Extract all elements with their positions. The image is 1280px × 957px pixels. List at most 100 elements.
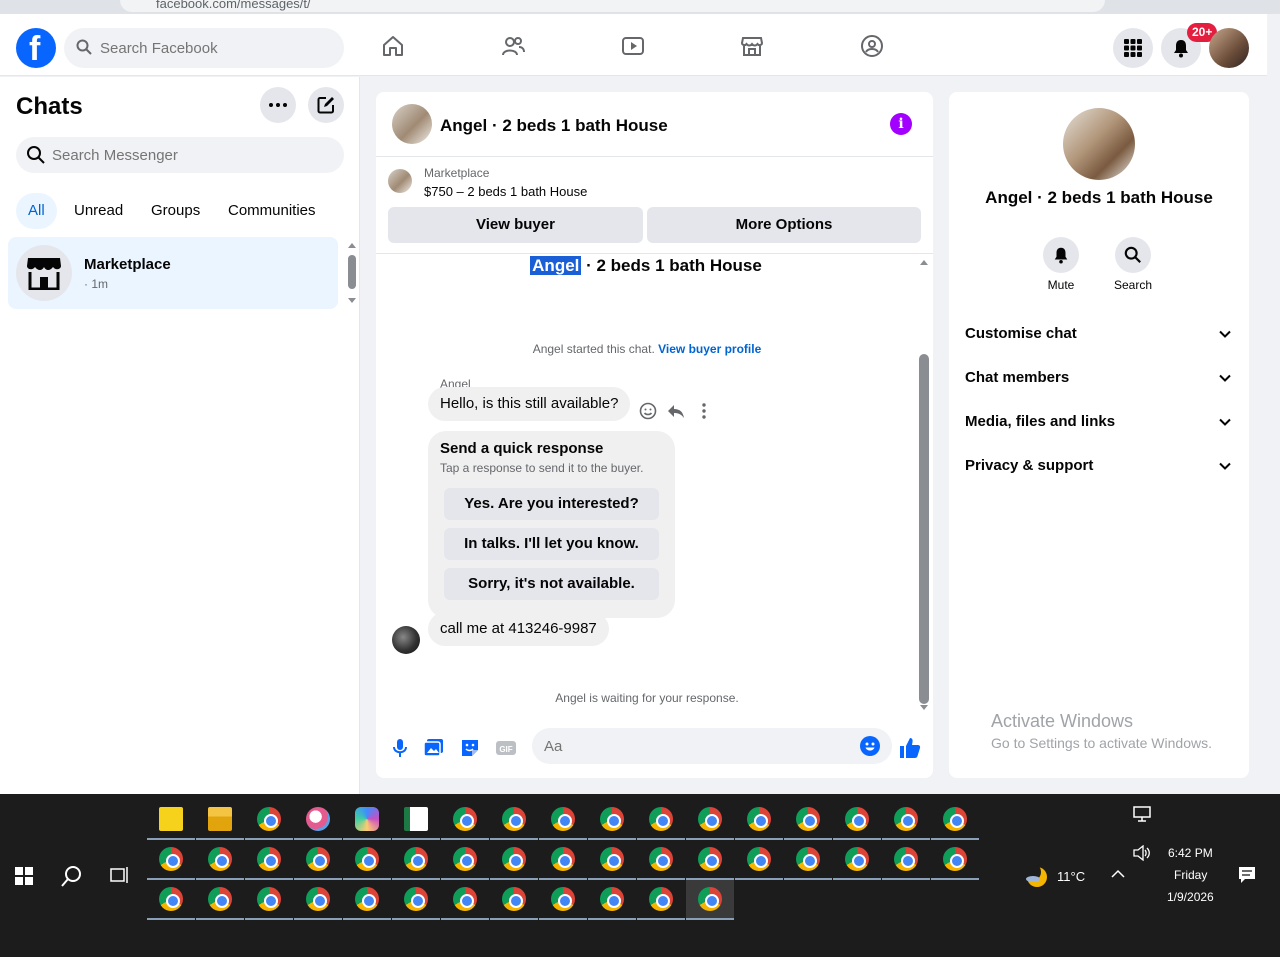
filter-tab-groups[interactable]: Groups xyxy=(139,193,212,229)
home-icon[interactable] xyxy=(381,34,405,58)
video-icon[interactable] xyxy=(621,34,645,58)
taskbar-app-2[interactable] xyxy=(196,800,244,840)
taskbar-app-10[interactable] xyxy=(588,800,636,840)
filter-tab-communities[interactable]: Communities xyxy=(216,193,328,229)
taskbar-app-8[interactable] xyxy=(490,800,538,840)
taskbar-app-31[interactable] xyxy=(784,840,832,880)
chat-list-item[interactable]: Marketplace · 1m xyxy=(8,237,338,309)
conversation-title[interactable]: Angel · 2 beds 1 bath House xyxy=(440,116,668,136)
message-bubble[interactable]: Hello, is this still available? xyxy=(428,387,631,421)
desktop-icon[interactable] xyxy=(1133,806,1151,822)
groups-icon[interactable] xyxy=(860,34,884,58)
message-bubble[interactable]: call me at 413246-9987 xyxy=(428,612,609,646)
taskbar-app-7[interactable] xyxy=(441,800,489,840)
taskbar-app-36[interactable] xyxy=(196,880,244,920)
taskbar-app-14[interactable] xyxy=(784,800,832,840)
react-icon[interactable] xyxy=(638,401,658,421)
taskbar-app-24[interactable] xyxy=(441,840,489,880)
taskbar-app-35[interactable] xyxy=(147,880,195,920)
chat-options-button[interactable] xyxy=(260,87,296,123)
taskbar-app-4[interactable] xyxy=(294,800,342,840)
taskbar-app-44[interactable] xyxy=(588,880,636,920)
taskbar-app-39[interactable] xyxy=(343,880,391,920)
reply-icon[interactable] xyxy=(666,401,686,421)
taskbar-app-21[interactable] xyxy=(294,840,342,880)
taskbar-app-1[interactable] xyxy=(147,800,195,840)
quick-reply-yes[interactable]: Yes. Are you interested? xyxy=(444,488,659,520)
search-in-chat-button[interactable]: Search xyxy=(1098,237,1168,292)
taskbar-app-27[interactable] xyxy=(588,840,636,880)
taskbar-app-25[interactable] xyxy=(490,840,538,880)
taskbar-app-17[interactable] xyxy=(931,800,979,840)
messenger-search[interactable] xyxy=(16,137,344,173)
customise-chat-row[interactable]: Customise chat xyxy=(957,312,1241,356)
quick-reply-in-talks[interactable]: In talks. I'll let you know. xyxy=(444,528,659,560)
taskbar-app-29[interactable] xyxy=(686,840,734,880)
address-bar[interactable]: facebook.com/messages/t/ xyxy=(120,0,1105,12)
taskbar-app-33[interactable] xyxy=(882,840,930,880)
marketplace-icon[interactable] xyxy=(740,34,764,58)
task-view-icon[interactable] xyxy=(110,866,130,884)
taskbar-app-18[interactable] xyxy=(147,840,195,880)
profile-avatar[interactable] xyxy=(1209,28,1249,68)
message-input[interactable] xyxy=(544,728,844,764)
thread-scrollbar[interactable] xyxy=(918,258,930,712)
chat-list-scrollbar[interactable] xyxy=(346,241,358,305)
clock-date[interactable]: 1/9/2026 xyxy=(1167,890,1214,904)
taskbar-app-16[interactable] xyxy=(882,800,930,840)
more-vertical-icon[interactable] xyxy=(694,401,714,421)
taskbar-app-41[interactable] xyxy=(441,880,489,920)
photo-icon[interactable] xyxy=(422,736,446,760)
taskbar-app-45[interactable] xyxy=(637,880,685,920)
taskbar-app-5[interactable] xyxy=(343,800,391,840)
microphone-icon[interactable] xyxy=(388,736,412,760)
message-input-box[interactable] xyxy=(532,728,892,764)
notifications-center-icon[interactable] xyxy=(1238,866,1256,884)
taskbar-app-26[interactable] xyxy=(539,840,587,880)
taskbar-app-46[interactable] xyxy=(686,880,734,920)
emoji-icon[interactable] xyxy=(860,736,880,756)
taskbar-app-30[interactable] xyxy=(735,840,783,880)
taskbar-app-9[interactable] xyxy=(539,800,587,840)
messenger-search-input[interactable] xyxy=(52,137,332,173)
taskbar-app-34[interactable] xyxy=(931,840,979,880)
taskbar-app-15[interactable] xyxy=(833,800,881,840)
filter-tab-all[interactable]: All xyxy=(16,193,57,229)
scroll-thumb[interactable] xyxy=(348,255,356,289)
privacy-support-row[interactable]: Privacy & support xyxy=(957,444,1241,488)
gif-icon[interactable]: GIF xyxy=(494,736,518,760)
sticker-icon[interactable] xyxy=(458,736,482,760)
chevron-up-icon[interactable] xyxy=(1111,869,1125,879)
facebook-search[interactable] xyxy=(64,28,344,68)
taskbar-app-22[interactable] xyxy=(343,840,391,880)
taskbar-app-38[interactable] xyxy=(294,880,342,920)
friends-icon[interactable] xyxy=(501,34,525,58)
windows-start-icon[interactable] xyxy=(15,867,33,885)
taskbar-app-42[interactable] xyxy=(490,880,538,920)
menu-button[interactable] xyxy=(1113,28,1153,68)
taskbar-app-28[interactable] xyxy=(637,840,685,880)
more-options-button[interactable]: More Options xyxy=(647,207,921,243)
taskbar-app-32[interactable] xyxy=(833,840,881,880)
view-buyer-profile-link[interactable]: View buyer profile xyxy=(658,342,761,356)
taskbar-app-12[interactable] xyxy=(686,800,734,840)
media-files-links-row[interactable]: Media, files and links xyxy=(957,400,1241,444)
clock-time[interactable]: 6:42 PM xyxy=(1168,846,1213,860)
filter-tab-unread[interactable]: Unread xyxy=(62,193,135,229)
new-message-button[interactable] xyxy=(308,87,344,123)
facebook-logo-icon[interactable]: f xyxy=(16,28,56,68)
volume-icon[interactable] xyxy=(1133,845,1151,861)
listing-avatar-large[interactable] xyxy=(1063,108,1135,180)
taskbar-app-19[interactable] xyxy=(196,840,244,880)
taskbar-app-3[interactable] xyxy=(245,800,293,840)
chat-members-row[interactable]: Chat members xyxy=(957,356,1241,400)
page-scrollbar[interactable] xyxy=(1267,14,1280,794)
taskbar-app-6[interactable] xyxy=(392,800,440,840)
sender-avatar[interactable] xyxy=(392,626,420,654)
mute-button[interactable]: Mute xyxy=(1026,237,1096,292)
quick-reply-not-available[interactable]: Sorry, it's not available. xyxy=(444,568,659,600)
clock-day[interactable]: Friday xyxy=(1174,868,1207,882)
listing-avatar[interactable] xyxy=(392,104,432,144)
taskbar-app-37[interactable] xyxy=(245,880,293,920)
facebook-search-input[interactable] xyxy=(100,28,330,68)
